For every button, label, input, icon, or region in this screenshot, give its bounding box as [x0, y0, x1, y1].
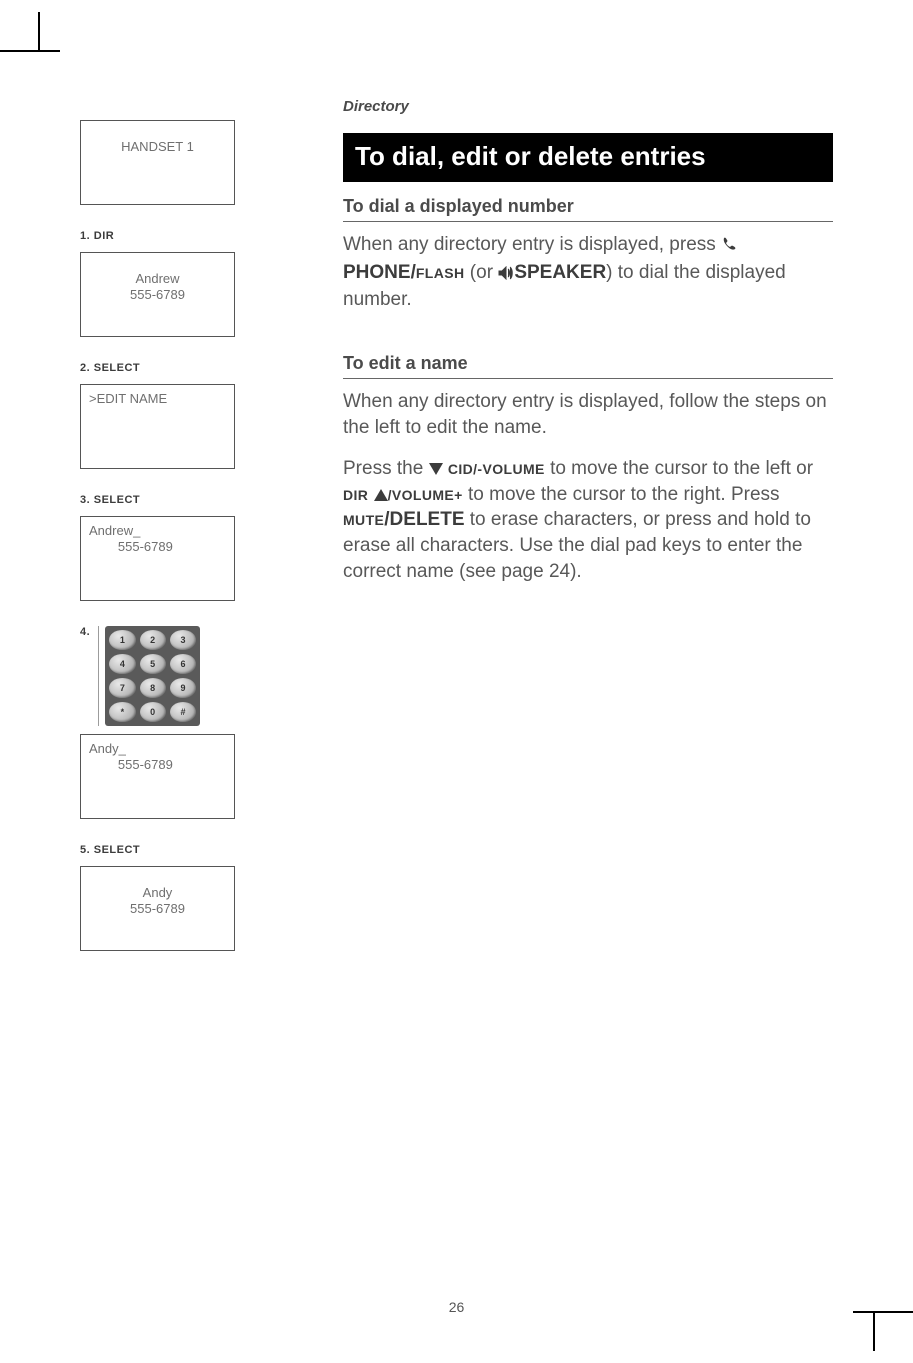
step-index: 4.	[80, 626, 90, 638]
arrow-up-icon	[374, 489, 388, 501]
key-label-small: MUTE	[343, 512, 384, 528]
step-key: SELECT	[94, 362, 140, 374]
keypad-key[interactable]: 0	[140, 702, 166, 722]
keypad-key[interactable]: 9	[170, 678, 196, 698]
key-label-small: CID/-VOLUME	[448, 461, 545, 477]
body-paragraph: Press the CID/-VOLUME to move the cursor…	[343, 456, 833, 584]
step-keypad-row: 4. 1 2 3 4 5 6 7 8 9 * 0 #	[80, 626, 235, 726]
subheading: To edit a name	[343, 353, 833, 379]
step-key: SELECT	[94, 844, 140, 856]
lcd-screen: HANDSET 1	[80, 120, 235, 205]
key-label-small: FLASH	[416, 265, 465, 281]
vertical-divider	[98, 626, 99, 726]
keypad-key[interactable]: 1	[109, 630, 135, 650]
lcd-line: Andy	[143, 885, 173, 900]
step-label: 5. SELECT	[80, 844, 235, 856]
page-title: To dial, edit or delete entries	[343, 133, 833, 182]
lcd-line: HANDSET 1	[121, 139, 194, 154]
body-paragraph: When any directory entry is displayed, f…	[343, 389, 833, 440]
main-content: Directory To dial, edit or delete entrie…	[343, 98, 833, 624]
lcd-screen: >EDIT NAME	[80, 384, 235, 469]
key-label: /DELETE	[384, 509, 464, 530]
step-key: DIR	[94, 230, 114, 242]
lcd-screen: Andy 555-6789	[80, 866, 235, 951]
lcd-line: Andrew	[135, 271, 179, 286]
key-label: PHONE/	[343, 262, 416, 283]
step-index: 5.	[80, 844, 90, 856]
lcd-line: 555-6789	[89, 539, 173, 554]
key-label-small: /VOLUME+	[388, 487, 463, 503]
body-text-span: Press the	[343, 458, 429, 479]
keypad-key[interactable]: 4	[109, 654, 135, 674]
dial-pad: 1 2 3 4 5 6 7 8 9 * 0 #	[105, 626, 200, 726]
keypad-key[interactable]: 6	[170, 654, 196, 674]
lcd-line: 555-6789	[130, 901, 185, 916]
step-label: 1. DIR	[80, 230, 235, 242]
step-index: 3.	[80, 494, 90, 506]
body-text-span: (or	[465, 262, 499, 283]
step-label: 4.	[80, 626, 90, 638]
lcd-line: Andrew_	[89, 523, 140, 538]
steps-column: HANDSET 1 1. DIR Andrew 555-6789 2. SELE…	[80, 120, 235, 976]
crop-mark-top-left	[0, 50, 60, 52]
page-root: HANDSET 1 1. DIR Andrew 555-6789 2. SELE…	[0, 0, 913, 1363]
step-index: 1.	[80, 230, 90, 242]
keypad-key[interactable]: 7	[109, 678, 135, 698]
key-label-small: DIR	[343, 487, 368, 503]
keypad-key[interactable]: *	[109, 702, 135, 722]
step-label: 3. SELECT	[80, 494, 235, 506]
lcd-screen: Andy_ 555-6789	[80, 734, 235, 819]
keypad-key[interactable]: 2	[140, 630, 166, 650]
handset-icon	[721, 234, 737, 260]
speaker-icon	[498, 262, 514, 288]
step-key: SELECT	[94, 494, 140, 506]
keypad-key[interactable]: 3	[170, 630, 196, 650]
lcd-line: >EDIT NAME	[89, 391, 167, 406]
keypad-key[interactable]: 5	[140, 654, 166, 674]
body-text-span: to move the cursor to the left or	[550, 458, 813, 479]
lcd-line: 555-6789	[89, 757, 173, 772]
lcd-screen: Andrew 555-6789	[80, 252, 235, 337]
section-eyebrow: Directory	[343, 98, 833, 115]
arrow-down-icon	[429, 463, 443, 475]
lcd-line: Andy_	[89, 741, 126, 756]
body-paragraph: When any directory entry is displayed, p…	[343, 232, 833, 313]
keypad-key[interactable]: 8	[140, 678, 166, 698]
body-text-span: When any directory entry is displayed, p…	[343, 234, 721, 255]
body-text-span: to move the cursor to the right. Press	[468, 484, 780, 505]
subheading: To dial a displayed number	[343, 196, 833, 222]
lcd-line: 555-6789	[130, 287, 185, 302]
lcd-screen: Andrew_ 555-6789	[80, 516, 235, 601]
keypad-key[interactable]: #	[170, 702, 196, 722]
page-number: 26	[0, 1299, 913, 1315]
step-label: 2. SELECT	[80, 362, 235, 374]
key-label: SPEAKER	[514, 262, 606, 283]
step-index: 2.	[80, 362, 90, 374]
